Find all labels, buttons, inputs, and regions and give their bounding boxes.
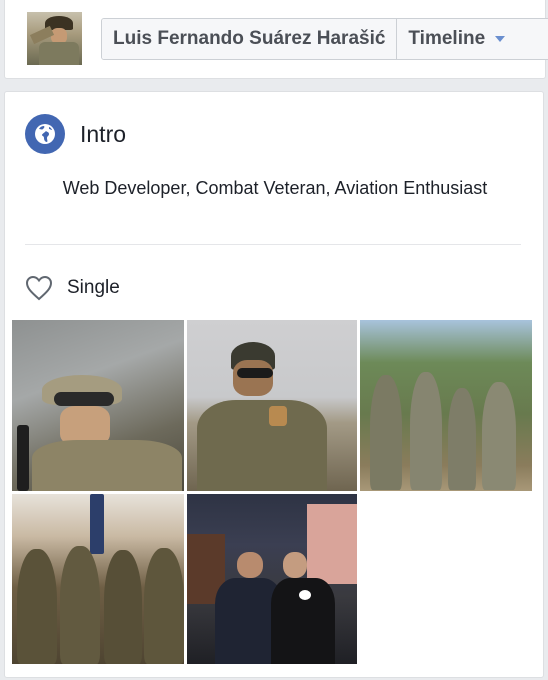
timeline-button[interactable]: Timeline bbox=[397, 19, 513, 59]
timeline-label: Timeline bbox=[408, 28, 486, 49]
relationship-status[interactable]: Single bbox=[25, 275, 120, 301]
intro-card: Intro Web Developer, Combat Veteran, Avi… bbox=[4, 91, 544, 678]
intro-header: Intro bbox=[25, 114, 126, 154]
featured-photo-5[interactable] bbox=[187, 494, 357, 664]
featured-photo-4[interactable] bbox=[12, 494, 184, 664]
caret-down-icon bbox=[495, 36, 506, 42]
relationship-status-label: Single bbox=[67, 277, 120, 298]
intro-bio: Web Developer, Combat Veteran, Aviation … bbox=[62, 178, 488, 198]
globe-icon bbox=[25, 114, 65, 154]
featured-photo-1[interactable] bbox=[12, 320, 184, 491]
profile-nav: Luis Fernando Suárez Harašić Timeline bbox=[101, 18, 548, 60]
profile-header-bar: Luis Fernando Suárez Harašić Timeline bbox=[4, 0, 548, 79]
featured-photo-3[interactable] bbox=[360, 320, 532, 491]
heart-outline-icon bbox=[25, 275, 53, 301]
featured-photo-2[interactable] bbox=[187, 320, 357, 491]
divider bbox=[25, 244, 521, 245]
profile-avatar[interactable] bbox=[27, 12, 82, 65]
intro-title: Intro bbox=[80, 120, 127, 147]
profile-name-button[interactable]: Luis Fernando Suárez Harašić bbox=[102, 19, 398, 59]
